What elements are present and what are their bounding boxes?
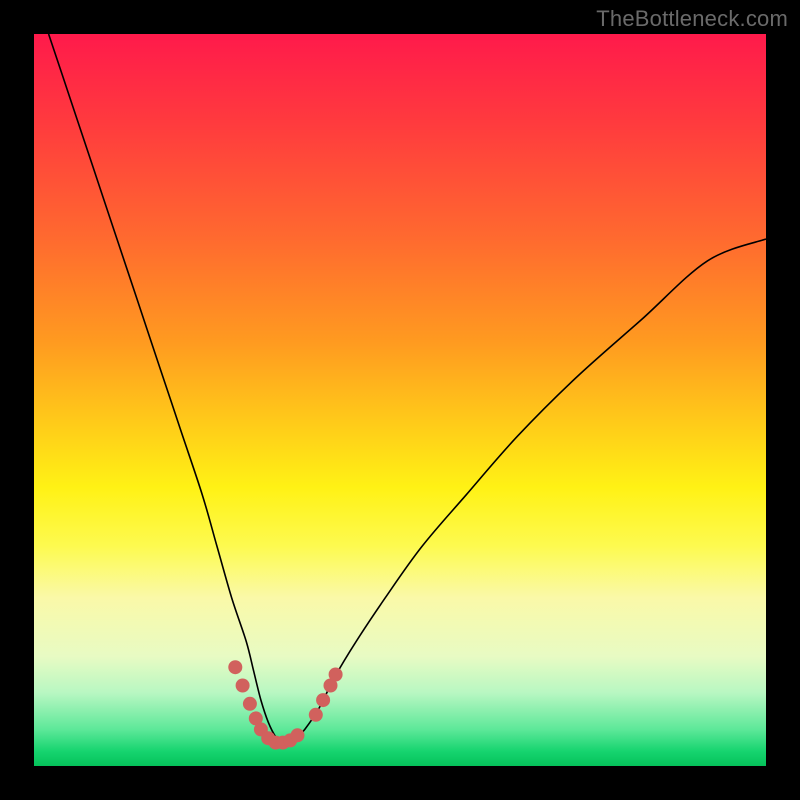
watermark-text: TheBottleneck.com	[596, 6, 788, 32]
highlighted-point	[291, 728, 305, 742]
highlighted-point	[228, 660, 242, 674]
highlighted-points-group	[228, 660, 342, 749]
chart-svg	[34, 34, 766, 766]
plot-area	[34, 34, 766, 766]
bottleneck-curve	[49, 34, 766, 745]
highlighted-point	[309, 708, 323, 722]
chart-frame: TheBottleneck.com	[0, 0, 800, 800]
highlighted-point	[316, 693, 330, 707]
highlighted-point	[329, 668, 343, 682]
highlighted-point	[236, 679, 250, 693]
highlighted-point	[243, 697, 257, 711]
